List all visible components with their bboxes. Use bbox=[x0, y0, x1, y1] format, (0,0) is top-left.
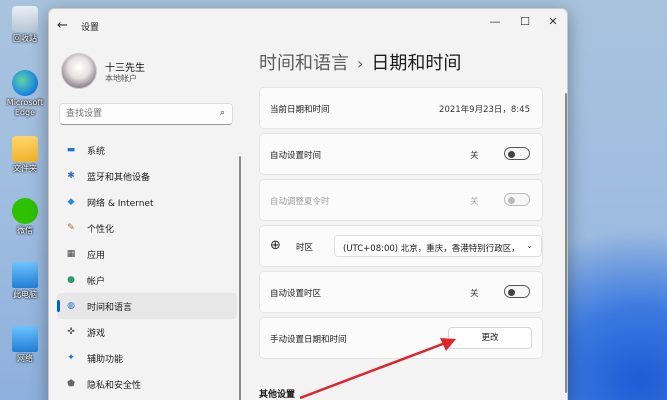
folder-icon[interactable]: 文件夹 bbox=[3, 136, 47, 174]
desktop-icon-label: 此电脑 bbox=[13, 290, 37, 299]
current-datetime-value: 2021年9月23日，8:45 bbox=[439, 105, 530, 115]
toggle-state: 关 bbox=[470, 197, 479, 207]
minimize-icon[interactable]: — bbox=[485, 15, 505, 28]
wechat-icon[interactable]: 微信 bbox=[3, 198, 47, 236]
auto-time-card: 自动设置时间 关 bbox=[259, 133, 543, 175]
sidebar-item-accounts[interactable]: ● 帐户 bbox=[57, 267, 237, 293]
auto-dst-label: 自动调整夏令时 bbox=[270, 197, 330, 207]
sidebar-item-label: 个性化 bbox=[87, 225, 115, 235]
shield-icon: ⬟ bbox=[67, 379, 75, 389]
accessibility-icon: ✦ bbox=[67, 353, 75, 363]
desktop-icons: 回收站 Microsoft Edge 文件夹 微信 此电脑 网络 bbox=[0, 0, 50, 400]
sidebar-item-label: 系统 bbox=[87, 147, 106, 157]
timezone-card: ⊕ 时区 (UTC+08:00) 北京，重庆，香港特别行政区， ⌄ bbox=[259, 225, 543, 267]
breadcrumb-parent[interactable]: 时间和语言 bbox=[259, 53, 349, 74]
manual-datetime-card: 手动设置日期和时间 更改 bbox=[259, 317, 543, 359]
sidebar-item-time-language[interactable]: ◍ 时间和语言 bbox=[57, 293, 237, 319]
sidebar-item-privacy[interactable]: ⬟ 隐私和安全性 bbox=[57, 371, 237, 397]
brush-icon: ✎ bbox=[67, 223, 75, 233]
desktop-icon-label: Microsoft Edge bbox=[6, 98, 44, 117]
sidebar-item-label: 应用 bbox=[87, 251, 106, 261]
sidebar-item-apps[interactable]: ▦ 应用 bbox=[57, 241, 237, 267]
sidebar-item-system[interactable]: ▬ 系统 bbox=[57, 137, 237, 163]
other-settings-heading: 其他设置 bbox=[259, 390, 296, 400]
monitor-icon: ▬ bbox=[66, 145, 76, 155]
sidebar-item-gaming[interactable]: ✜ 游戏 bbox=[57, 319, 237, 345]
search-input[interactable] bbox=[60, 104, 210, 124]
sidebar-scrollbar[interactable] bbox=[239, 156, 241, 400]
sidebar-item-accessibility[interactable]: ✦ 辅助功能 bbox=[57, 345, 237, 371]
settings-window: ← 设置 — ☐ ✕ 十三先生 本地帐户 ⌕ ▬ 系统 ✱ 蓝牙和其他设备 ◆ … bbox=[48, 8, 568, 400]
timezone-globe-icon: ⊕ bbox=[270, 238, 281, 253]
breadcrumb-separator: › bbox=[357, 54, 364, 73]
this-pc-icon[interactable]: 此电脑 bbox=[3, 262, 47, 300]
page-title: 日期和时间 bbox=[371, 53, 462, 74]
title-bar[interactable]: ← 设置 — ☐ ✕ bbox=[49, 9, 567, 41]
auto-dst-toggle: 关 bbox=[470, 193, 530, 207]
sidebar-item-label: 隐私和安全性 bbox=[87, 381, 142, 391]
auto-timezone-toggle[interactable]: 关 bbox=[470, 285, 530, 299]
toggle-knob bbox=[508, 288, 515, 296]
auto-time-toggle[interactable]: 关 bbox=[470, 147, 530, 161]
user-name: 十三先生 bbox=[105, 63, 145, 74]
globe-clock-icon: ◍ bbox=[67, 301, 75, 311]
toggle-switch[interactable] bbox=[504, 147, 530, 160]
close-icon[interactable]: ✕ bbox=[543, 15, 563, 28]
toggle-state: 关 bbox=[470, 151, 479, 161]
bluetooth-icon: ✱ bbox=[67, 171, 75, 181]
desktop-icon-label: 网络 bbox=[17, 354, 33, 363]
auto-time-label: 自动设置时间 bbox=[270, 151, 322, 161]
timezone-dropdown[interactable]: (UTC+08:00) 北京，重庆，香港特别行政区， ⌄ bbox=[334, 235, 542, 257]
manual-datetime-label: 手动设置日期和时间 bbox=[270, 335, 347, 345]
sidebar-nav: ▬ 系统 ✱ 蓝牙和其他设备 ◆ 网络 & Internet ✎ 个性化 ▦ 应… bbox=[57, 137, 237, 397]
sidebar-item-label: 辅助功能 bbox=[87, 355, 124, 365]
sidebar-item-label: 游戏 bbox=[87, 329, 106, 339]
search-icon[interactable]: ⌕ bbox=[220, 108, 225, 118]
desktop-icon-label: 文件夹 bbox=[13, 164, 37, 173]
avatar[interactable] bbox=[61, 53, 97, 89]
sidebar-item-network[interactable]: ◆ 网络 & Internet bbox=[57, 189, 237, 215]
timezone-selected-value: (UTC+08:00) 北京，重庆，香港特别行政区， bbox=[343, 244, 520, 254]
back-arrow-icon[interactable]: ← bbox=[57, 18, 68, 33]
desktop-icon-label: 回收站 bbox=[13, 34, 37, 43]
toggle-switch bbox=[504, 193, 530, 206]
person-icon: ● bbox=[67, 275, 75, 285]
recycle-bin-icon[interactable]: 回收站 bbox=[3, 6, 47, 44]
toggle-state: 关 bbox=[470, 289, 479, 299]
sidebar-item-label: 时间和语言 bbox=[87, 303, 133, 313]
breadcrumb: 时间和语言 › 日期和时间 bbox=[259, 49, 461, 75]
change-button[interactable]: 更改 bbox=[448, 327, 532, 349]
sidebar-item-label: 蓝牙和其他设备 bbox=[87, 173, 151, 183]
current-datetime-card: 当前日期和时间 2021年9月23日，8:45 bbox=[259, 87, 543, 129]
auto-dst-card: 自动调整夏令时 关 bbox=[259, 179, 543, 221]
gamepad-icon: ✜ bbox=[67, 327, 75, 337]
toggle-knob bbox=[508, 150, 515, 158]
chevron-down-icon: ⌄ bbox=[526, 241, 533, 250]
network-icon[interactable]: 网络 bbox=[3, 326, 47, 364]
maximize-icon[interactable]: ☐ bbox=[515, 15, 535, 28]
auto-timezone-card: 自动设置时区 关 bbox=[259, 271, 543, 313]
window-title: 设置 bbox=[81, 23, 100, 33]
sidebar-item-personalization[interactable]: ✎ 个性化 bbox=[57, 215, 237, 241]
edge-icon[interactable]: Microsoft Edge bbox=[3, 70, 47, 118]
main-scrollbar[interactable] bbox=[565, 93, 567, 393]
apps-icon: ▦ bbox=[66, 249, 76, 259]
search-box[interactable]: ⌕ bbox=[59, 103, 233, 125]
current-datetime-label: 当前日期和时间 bbox=[270, 105, 330, 115]
sidebar-item-bluetooth[interactable]: ✱ 蓝牙和其他设备 bbox=[57, 163, 237, 189]
sidebar-item-label: 帐户 bbox=[87, 277, 106, 287]
desktop-icon-label: 微信 bbox=[17, 226, 33, 235]
toggle-switch[interactable] bbox=[504, 285, 530, 298]
toggle-knob bbox=[508, 196, 515, 204]
auto-timezone-label: 自动设置时区 bbox=[270, 289, 322, 299]
sidebar: 十三先生 本地帐户 ⌕ ▬ 系统 ✱ 蓝牙和其他设备 ◆ 网络 & Intern… bbox=[49, 41, 249, 400]
timezone-label: 时区 bbox=[296, 243, 314, 253]
wifi-icon: ◆ bbox=[67, 197, 75, 207]
account-type: 本地帐户 bbox=[105, 74, 137, 83]
sidebar-item-label: 网络 & Internet bbox=[87, 199, 154, 209]
